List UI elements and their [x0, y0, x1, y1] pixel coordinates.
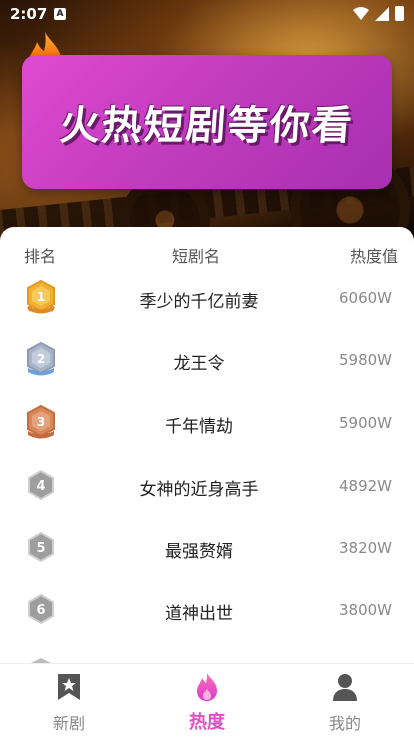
ranking-row[interactable]: 4 女神的近身高手 4892W [0, 459, 414, 521]
tab-label: 我的 [328, 714, 361, 733]
signal-icon [375, 6, 389, 21]
header-name: 短剧名 [171, 247, 220, 266]
wifi-icon [353, 6, 369, 20]
notification-icon: A [54, 8, 66, 20]
banner-title: 火热短剧等你看 [58, 103, 356, 149]
heat-value: 4892W [338, 477, 392, 495]
heat-value: 3820W [338, 539, 392, 557]
bookmark-star-icon [58, 674, 80, 700]
flame-icon [197, 673, 217, 701]
tab-label: 热度 [189, 712, 225, 733]
ranking-panel: 排名 短剧名 热度值 1 季少的千亿前妻 6060W 2 龙王令 5980W 3 [0, 227, 414, 664]
status-time: 2:07 [10, 5, 48, 23]
ranking-row[interactable]: 2 龙王令 5980W [0, 333, 414, 395]
battery-icon [395, 6, 404, 21]
ranking-row[interactable]: 1 季少的千亿前妻 6060W [0, 271, 414, 333]
tab-new-drama[interactable]: 新剧 [0, 664, 138, 737]
heat-value: 5900W [338, 414, 392, 432]
heat-value: 3800W [338, 601, 392, 619]
ranking-row[interactable]: 6 道神出世 3800W [0, 583, 414, 645]
header-heat: 热度值 [349, 247, 398, 266]
tab-heat[interactable]: 热度 [138, 664, 276, 737]
ranking-row[interactable]: 5 最强赘婿 3820W [0, 521, 414, 583]
promo-banner[interactable]: 火热短剧等你看 [22, 55, 392, 189]
heat-value: 6060W [338, 289, 392, 307]
bottom-tab-bar: 新剧 热度 我的 [0, 663, 414, 737]
person-icon [333, 674, 357, 701]
status-bar: 2:07 A [0, 0, 414, 28]
tab-mine[interactable]: 我的 [276, 664, 414, 737]
heat-value: 5980W [338, 351, 392, 369]
ranking-row[interactable]: 3 千年情劫 5900W [0, 396, 414, 458]
tab-label: 新剧 [52, 714, 85, 733]
